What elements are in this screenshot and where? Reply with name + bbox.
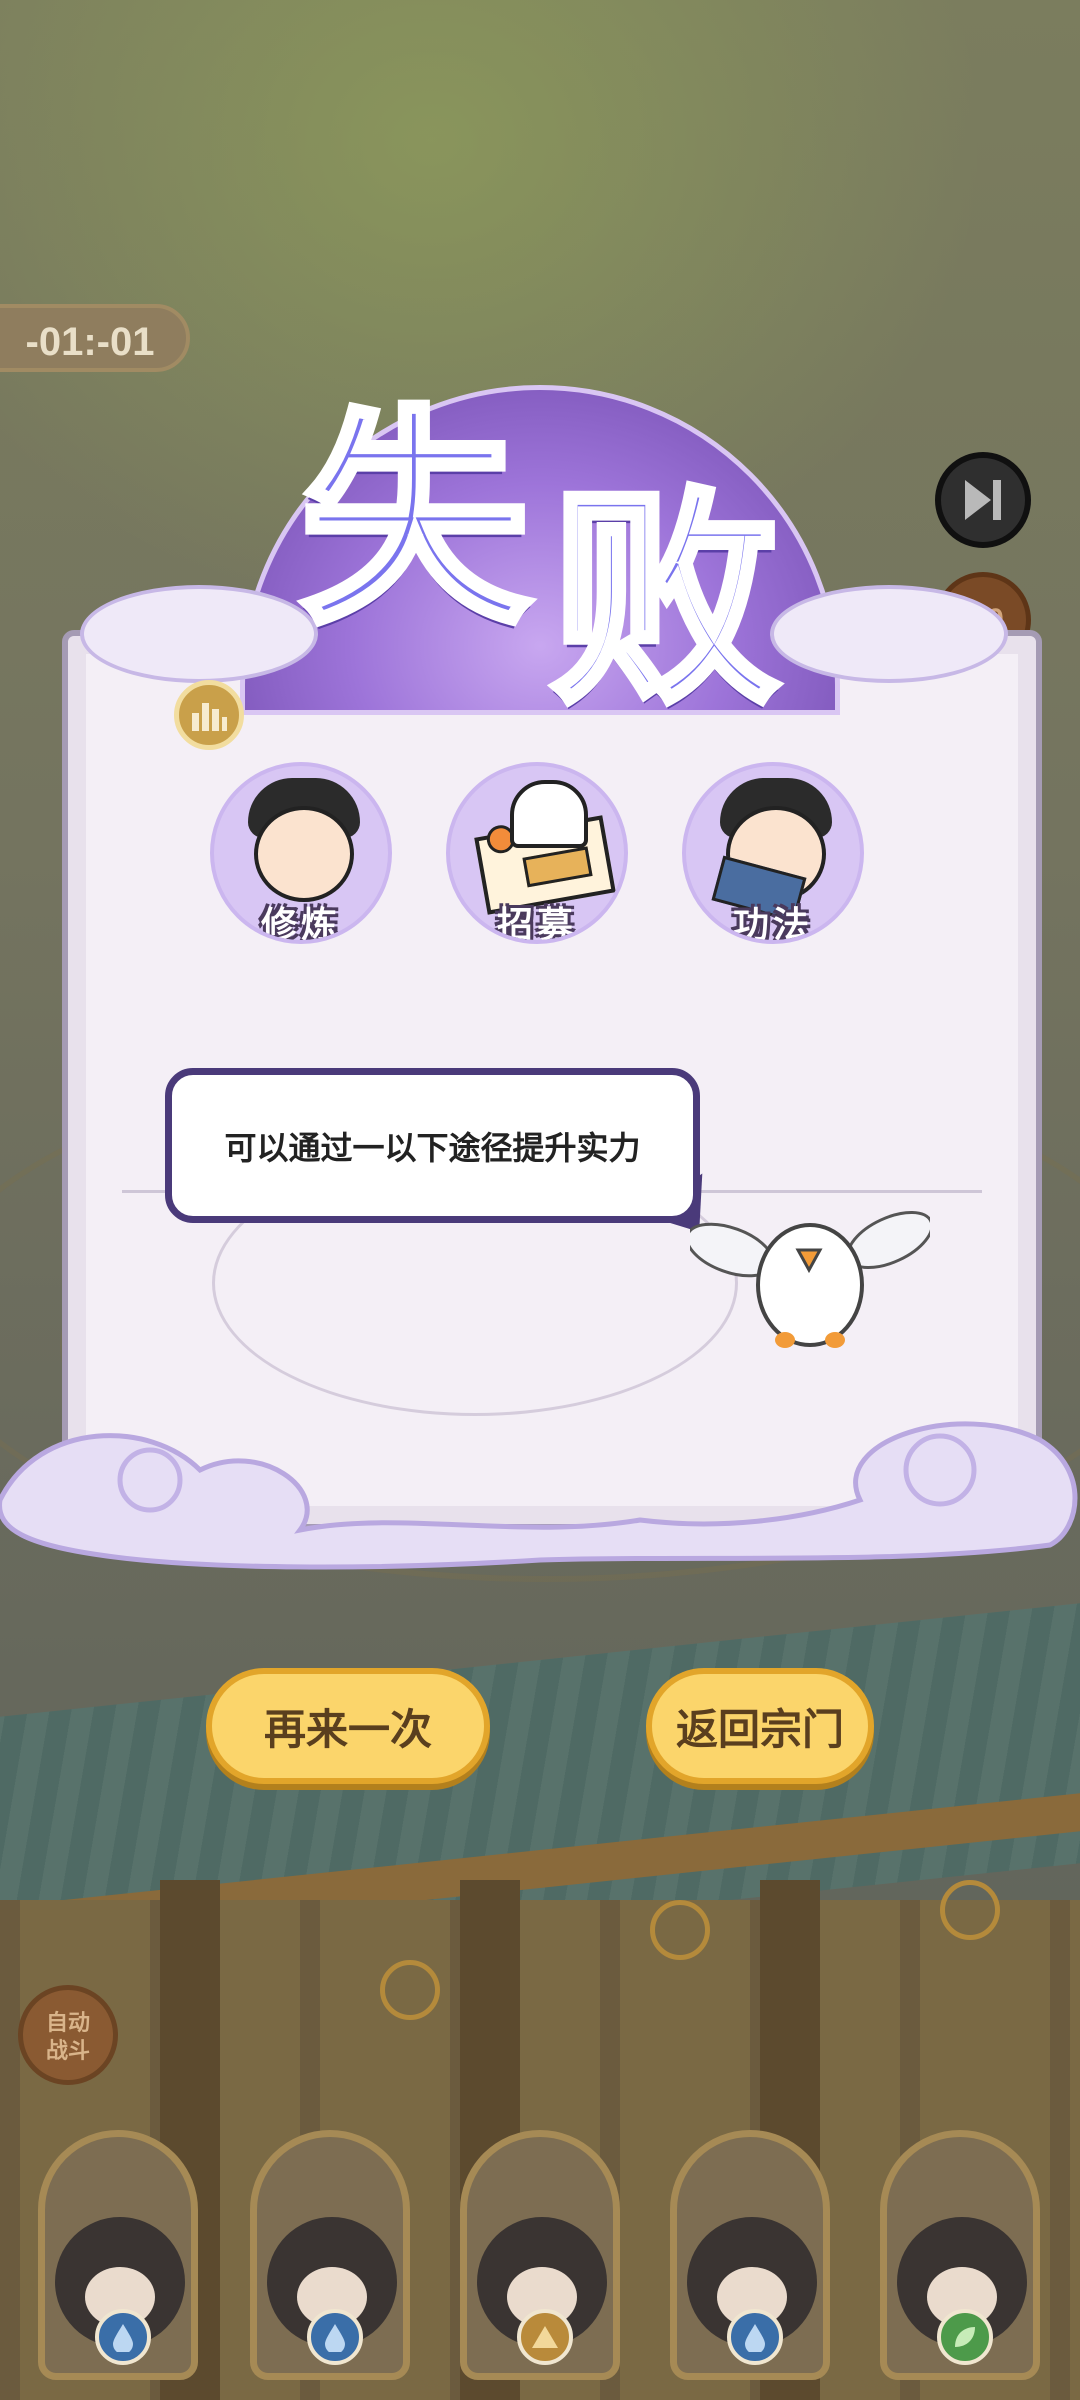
white-bird-mascot	[690, 1210, 930, 1348]
hero-slot-5[interactable]	[880, 2130, 1040, 2380]
gold-ornament	[940, 1880, 1000, 1940]
title-char-defeat: 败	[546, 465, 783, 735]
speech-bubble: 可以通过一以下途径提升实力	[165, 1068, 700, 1223]
water-element-icon	[727, 2309, 783, 2365]
hint-text: 可以通过一以下途径提升实力	[224, 1128, 641, 1167]
battle-stats-button[interactable]	[174, 680, 244, 750]
defeat-title: 失 败	[290, 395, 790, 725]
wood-element-icon	[937, 2309, 993, 2365]
hero-slot-4[interactable]	[670, 2130, 830, 2380]
gold-ornament	[650, 1900, 710, 1960]
cloud-right	[770, 585, 1008, 683]
option-label: 功法	[732, 905, 813, 944]
water-element-icon	[95, 2309, 151, 2365]
option-cultivate[interactable]: 修炼	[210, 762, 392, 944]
option-label: 招募	[496, 905, 577, 944]
option-technique[interactable]: 功法	[682, 762, 864, 944]
auto-battle-line1: 自动	[45, 2011, 90, 2036]
bar-chart-icon	[192, 703, 227, 731]
water-element-icon	[307, 2309, 363, 2365]
battle-timer: -01:-01	[0, 304, 190, 372]
bottom-clouds	[0, 1421, 1078, 1570]
gold-ornament	[380, 1960, 440, 2020]
earth-element-icon	[517, 2309, 573, 2365]
return-sect-button[interactable]: 返回宗门	[646, 1668, 874, 1784]
option-label: 修炼	[260, 905, 341, 944]
cultivator-face	[254, 806, 354, 902]
cloud-left	[80, 585, 318, 683]
hero-slot-3[interactable]	[460, 2130, 620, 2380]
skip-button[interactable]	[935, 452, 1031, 548]
title-char-lose: 失	[296, 385, 533, 655]
retry-button[interactable]: 再来一次	[206, 1668, 490, 1784]
auto-battle-button[interactable]: 自动 战斗	[18, 1985, 118, 2085]
hero-slot-1[interactable]	[38, 2130, 198, 2380]
ghost-mascot	[510, 780, 588, 848]
hero-slot-2[interactable]	[250, 2130, 410, 2380]
option-recruit[interactable]: 招募	[446, 762, 628, 944]
skip-icon	[965, 480, 1001, 520]
auto-battle-line2: 战斗	[45, 2039, 90, 2064]
